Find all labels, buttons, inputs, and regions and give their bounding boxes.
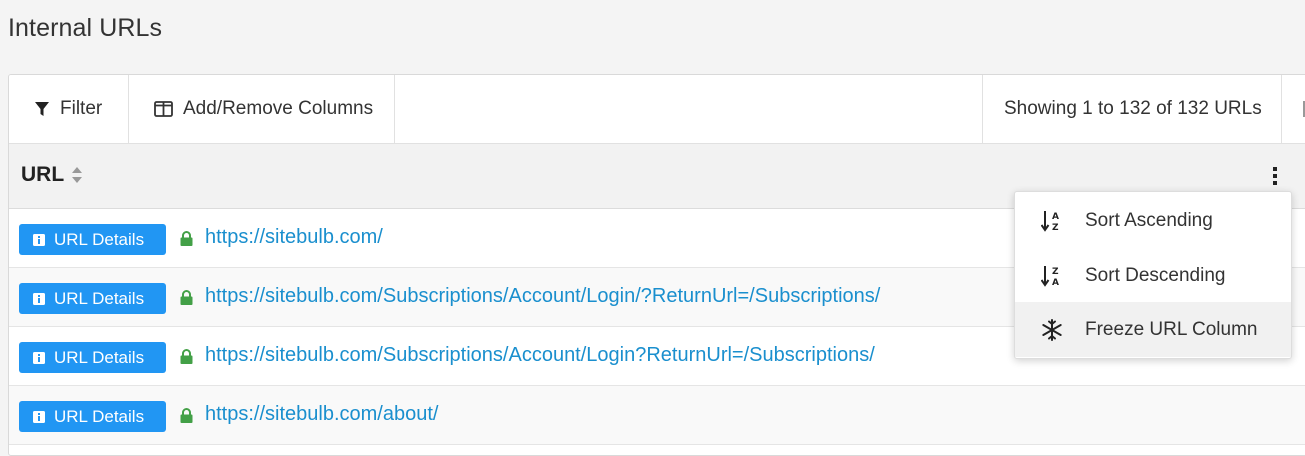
svg-text:A: A: [1052, 278, 1059, 288]
page-title: Internal URLs: [8, 14, 163, 42]
filter-label: Filter: [60, 98, 103, 119]
url-link[interactable]: https://sitebulb.com/Subscriptions/Accou…: [205, 285, 880, 308]
column-options-menu: A Z Sort Ascending Z A Sort Descending F…: [1014, 191, 1292, 359]
url-details-label: URL Details: [54, 347, 145, 367]
url-link[interactable]: https://sitebulb.com/Subscriptions/Accou…: [205, 344, 875, 367]
url-details-button[interactable]: URL Details: [19, 224, 166, 255]
menu-item-label: Sort Descending: [1085, 264, 1226, 286]
menu-item-label: Freeze URL Column: [1085, 318, 1258, 340]
svg-text:A: A: [1052, 212, 1059, 222]
info-icon: [33, 292, 45, 305]
sort-toggle-icon[interactable]: [71, 166, 83, 184]
info-icon: [33, 233, 45, 246]
add-remove-columns-button[interactable]: Add/Remove Columns: [129, 75, 395, 143]
table-row: URL Details https://sitebulb.com/about/: [9, 386, 1305, 445]
url-link[interactable]: https://sitebulb.com/about/: [205, 403, 438, 426]
sort-ascending-icon: A Z: [1041, 209, 1063, 233]
sort-descending-icon: Z A: [1041, 264, 1063, 288]
url-details-label: URL Details: [54, 406, 145, 426]
lock-icon: [180, 349, 193, 364]
table-toolbar: Filter Add/Remove Columns Showing 1 to 1…: [9, 75, 1305, 144]
snowflake-icon: [1041, 318, 1063, 341]
columns-label: Add/Remove Columns: [183, 98, 374, 119]
info-icon: [33, 351, 45, 364]
filter-icon: [35, 101, 49, 117]
menu-item-sort-descending[interactable]: Z A Sort Descending: [1015, 248, 1291, 303]
export-button[interactable]: [1296, 75, 1305, 143]
lock-icon: [180, 290, 193, 305]
svg-text:Z: Z: [1052, 223, 1059, 233]
url-details-button[interactable]: URL Details: [19, 401, 166, 432]
url-details-label: URL Details: [54, 288, 145, 308]
url-details-button[interactable]: URL Details: [19, 342, 166, 373]
lock-icon: [180, 231, 193, 246]
column-header-url[interactable]: URL: [21, 163, 64, 187]
lock-icon: [180, 408, 193, 423]
menu-item-freeze-column[interactable]: Freeze URL Column: [1015, 302, 1291, 357]
columns-icon: [154, 101, 173, 117]
menu-item-sort-ascending[interactable]: A Z Sort Ascending: [1015, 193, 1291, 248]
menu-item-label: Sort Ascending: [1085, 209, 1213, 231]
url-details-label: URL Details: [54, 229, 145, 249]
url-link[interactable]: https://sitebulb.com/: [205, 226, 383, 249]
results-count: Showing 1 to 132 of 132 URLs: [982, 75, 1282, 143]
column-options-icon[interactable]: [1268, 166, 1282, 186]
svg-text:Z: Z: [1052, 267, 1059, 277]
filter-button[interactable]: Filter: [9, 75, 129, 143]
info-icon: [33, 410, 45, 423]
url-details-button[interactable]: URL Details: [19, 283, 166, 314]
